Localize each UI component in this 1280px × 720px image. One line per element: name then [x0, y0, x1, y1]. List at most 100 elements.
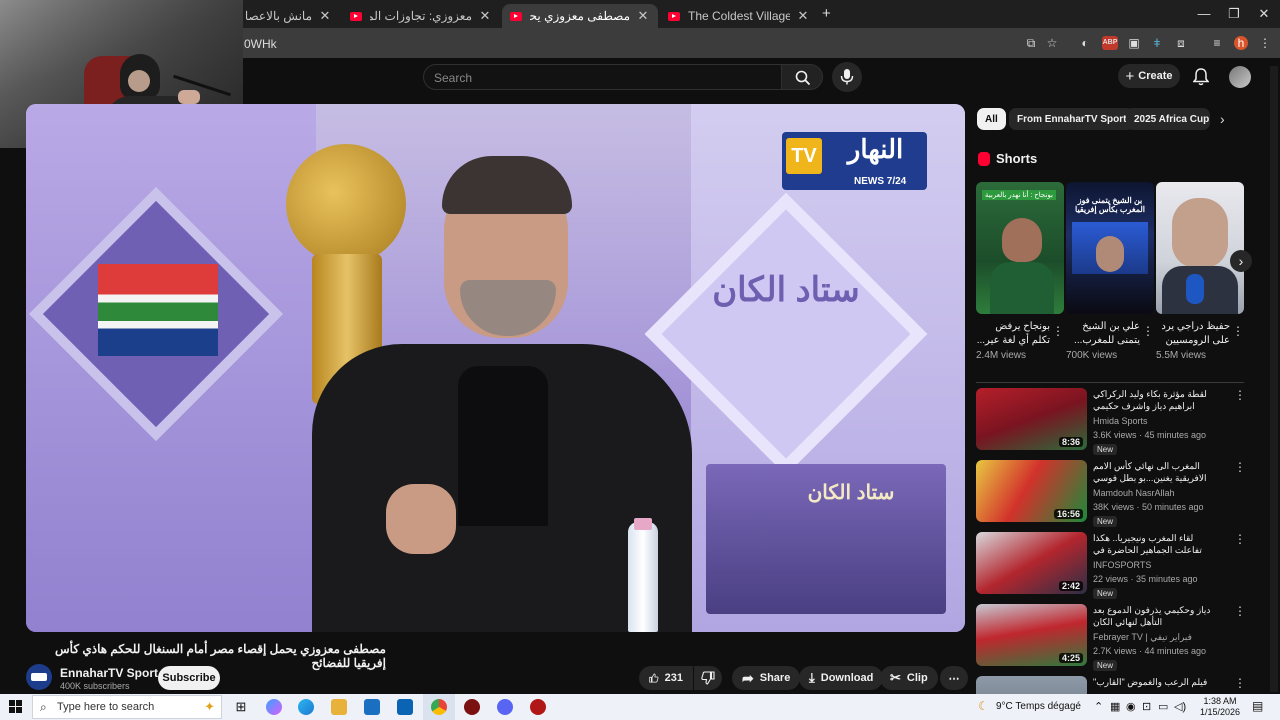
video-thumbnail: 2:42: [976, 532, 1087, 594]
new-badge: New: [1093, 660, 1118, 671]
browser-tab[interactable]: مانش بالاعصاب بالضبط ✕: [238, 4, 340, 28]
shorts-heading: Shorts: [978, 151, 1037, 166]
recommendation-channel[interactable]: Mamdouh NasrAllah: [1093, 488, 1175, 498]
network-icon[interactable]: ▭: [1158, 700, 1168, 713]
close-tab-icon[interactable]: ✕: [636, 8, 650, 24]
close-tab-icon[interactable]: ✕: [478, 8, 492, 24]
dislike-button[interactable]: [694, 666, 722, 690]
extension-icon[interactable]: ▣: [1127, 36, 1141, 50]
chip-africa-cup[interactable]: 2025 Africa Cup o: [1126, 108, 1210, 130]
channel-name[interactable]: EnnaharTV Sport: [60, 666, 158, 680]
chip-from-channel[interactable]: From EnnaharTV Sport: [1009, 108, 1135, 130]
duration-badge: 8:36: [1058, 437, 1083, 447]
discord-icon[interactable]: [497, 699, 513, 715]
short-card[interactable]: بونجاح : أنا نهدر بالعربية بونجاح يرفض ت…: [976, 182, 1064, 361]
adblock-extension-icon[interactable]: ABP: [1102, 36, 1118, 50]
recommendation-item[interactable]: 8:36 لقطة مؤثرة بكاء وليد الركراكي ابراه…: [976, 388, 1246, 455]
more-vertical-icon[interactable]: ⋮: [1234, 604, 1246, 618]
tray-icon[interactable]: ◉: [1126, 700, 1136, 713]
short-card[interactable]: بن الشيخ يتمنى فوز المغرب بكأس إفريقيا ع…: [1066, 182, 1154, 361]
browser-tab[interactable]: The Coldest Village on Earth: O ✕: [660, 4, 818, 28]
tab-title: مصطفى معزوزي يحمل إقصاء مص: [530, 9, 630, 23]
mail-icon[interactable]: [397, 699, 413, 715]
more-horizontal-icon: ⋯: [948, 672, 960, 685]
close-tab-icon[interactable]: ✕: [796, 8, 810, 24]
short-card[interactable]: حفيظ دراجي يرد على الرومسيين 5.5M views …: [1156, 182, 1244, 361]
file-explorer-icon[interactable]: [331, 699, 347, 715]
browser-tab-active[interactable]: مصطفى معزوزي يحمل إقصاء مص ✕: [502, 4, 658, 28]
weather-text[interactable]: 9°C Temps dégagé: [996, 701, 1081, 712]
browser-menu-icon[interactable]: ⋮: [1258, 36, 1272, 50]
recommendation-item[interactable]: فيلم الرعب والغموض "القارب" كامل ومحكي ⋮: [976, 676, 1246, 694]
recommendation-item[interactable]: 16:56 المغرب الى نهائي كأس الامم الافريق…: [976, 460, 1246, 527]
app-icon[interactable]: [530, 699, 546, 715]
taskbar-search-input[interactable]: ⌕ Type here to search ✦: [32, 695, 222, 719]
recommendation-channel[interactable]: Febrayer TV | فبراير تيفي: [1093, 632, 1192, 643]
account-avatar[interactable]: [1229, 66, 1251, 88]
search-input[interactable]: Search: [423, 64, 782, 90]
recommendation-title: المغرب الى نهائي كأس الامم الافريقية يغن…: [1093, 461, 1207, 483]
page-scrollbar[interactable]: [1270, 66, 1278, 692]
install-app-icon[interactable]: ⧉: [1024, 36, 1038, 50]
extension-icon[interactable]: ◐: [1078, 36, 1092, 50]
close-window-button[interactable]: ✕: [1254, 6, 1274, 22]
recommendation-channel[interactable]: INFOSPORTS: [1093, 560, 1151, 570]
browser-tab[interactable]: معزوزي: تجاوزات المخزن في كان ✕: [342, 4, 500, 28]
chevron-up-icon[interactable]: ⌃: [1094, 700, 1103, 713]
app-icon[interactable]: [464, 699, 480, 715]
restore-button[interactable]: ❐: [1224, 6, 1244, 22]
subscribe-button[interactable]: Subscribe: [158, 666, 220, 690]
tray-icon[interactable]: ▦: [1110, 700, 1120, 713]
recommendation-channel[interactable]: Hmida Sports: [1093, 416, 1148, 426]
clip-button[interactable]: ✂ Clip: [880, 666, 938, 690]
url-text[interactable]: 0WHk: [244, 37, 277, 51]
channel-avatar[interactable]: [26, 664, 52, 690]
chip-all[interactable]: All: [977, 108, 1006, 130]
copilot-icon[interactable]: [266, 699, 282, 715]
video-thumbnail: [976, 676, 1087, 694]
more-vertical-icon[interactable]: ⋮: [1232, 324, 1244, 338]
new-tab-button[interactable]: +: [822, 5, 831, 22]
taskbar-search-placeholder: Type here to search: [57, 701, 155, 713]
video-player[interactable]: ستاد الكان ستاد الكان TV النهار NEWS 7/2…: [26, 104, 965, 632]
like-button[interactable]: 231: [639, 666, 693, 690]
chrome-browser-icon[interactable]: [431, 699, 447, 715]
puzzle-extensions-icon[interactable]: ⧈: [1174, 36, 1188, 50]
windows-start-icon[interactable]: [9, 700, 23, 714]
recommendation-item[interactable]: 4:25 دياز وحكيمي يذرفون الدموع بعد التأه…: [976, 604, 1246, 671]
chevron-right-icon[interactable]: ›: [1220, 111, 1225, 127]
short-thumbnail: بونجاح : أنا نهدر بالعربية: [976, 182, 1064, 314]
more-vertical-icon[interactable]: ⋮: [1234, 532, 1246, 546]
more-actions-button[interactable]: ⋯: [940, 666, 968, 690]
weather-moon-icon: ☾: [978, 699, 989, 713]
more-vertical-icon[interactable]: ⋮: [1234, 460, 1246, 474]
close-tab-icon[interactable]: ✕: [318, 8, 332, 24]
windows-taskbar: ⌕ Type here to search ✦ ⊞ ☾ 9°C Temps dé…: [0, 694, 1280, 720]
create-button[interactable]: + Create: [1118, 64, 1180, 88]
minimize-button[interactable]: —: [1194, 6, 1214, 21]
volume-icon[interactable]: ◁): [1174, 700, 1186, 713]
search-button[interactable]: [781, 64, 823, 90]
edge-browser-icon[interactable]: [298, 699, 314, 715]
recommendation-item[interactable]: 2:42 لقاء المغرب ونيجيريا.. هكذا تفاعلت …: [976, 532, 1246, 599]
tray-icon[interactable]: ⊡: [1142, 700, 1151, 713]
new-badge: New: [1093, 588, 1118, 599]
download-button[interactable]: ⤓ Download: [799, 666, 884, 690]
notification-center-icon[interactable]: ▤: [1252, 699, 1263, 713]
more-vertical-icon[interactable]: ⋮: [1234, 388, 1246, 402]
more-vertical-icon[interactable]: ⋮: [1052, 324, 1064, 338]
store-icon[interactable]: [364, 699, 380, 715]
shorts-next-button[interactable]: ›: [1230, 250, 1252, 272]
more-vertical-icon[interactable]: ⋮: [1234, 676, 1246, 690]
bookmark-star-icon[interactable]: ☆: [1045, 36, 1059, 50]
more-vertical-icon[interactable]: ⋮: [1142, 324, 1154, 338]
clock[interactable]: 1:38 AM 1/15/2026: [1200, 696, 1240, 718]
duration-badge: 16:56: [1053, 509, 1083, 519]
reading-list-icon[interactable]: ≡: [1210, 36, 1224, 50]
share-button[interactable]: ➦ Share: [732, 666, 801, 690]
profile-avatar[interactable]: h: [1234, 36, 1248, 50]
task-view-icon[interactable]: ⊞: [233, 699, 249, 715]
translate-extension-icon[interactable]: ǂ: [1150, 36, 1164, 50]
notifications-button[interactable]: [1190, 66, 1212, 88]
voice-search-button[interactable]: [832, 62, 862, 92]
